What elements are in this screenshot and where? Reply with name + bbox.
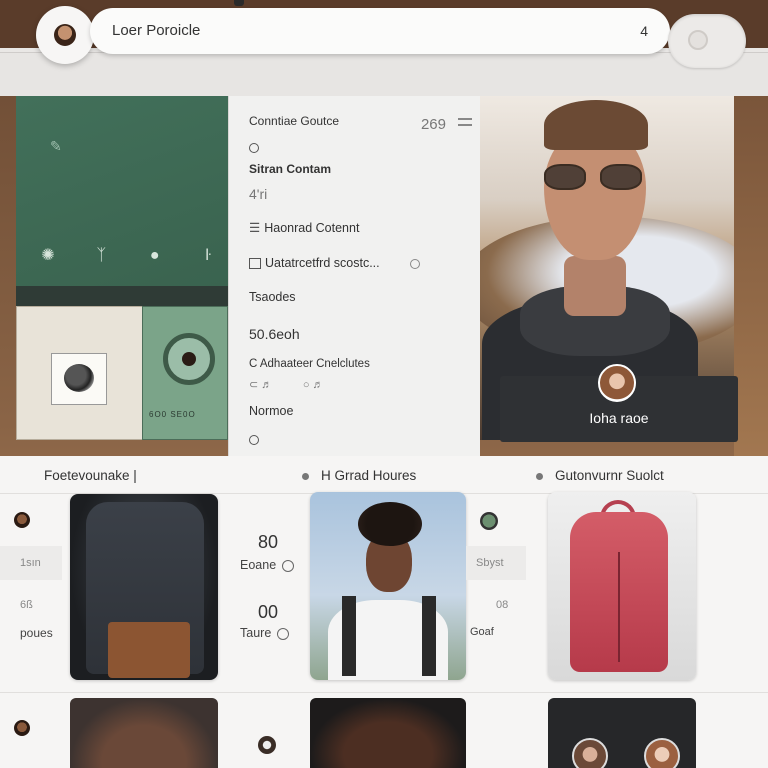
panel-heading: Conntiae Goutce: [249, 114, 340, 128]
tool-icon[interactable]: ᛉ: [91, 246, 111, 266]
circle-icon: [688, 30, 708, 50]
strap-left: [342, 596, 356, 676]
green-icon-row: ✺ ᛉ ● ŀ: [38, 246, 218, 266]
photo-image: [51, 353, 107, 405]
product-card-avatars[interactable]: [548, 698, 696, 768]
bulb-icon[interactable]: ●: [145, 246, 165, 266]
scribble-icon: ✎: [50, 138, 62, 154]
neck: [564, 256, 626, 316]
top-bar: Loer Poroicle 4: [0, 0, 768, 96]
page-title: Loer Poroicle: [112, 22, 201, 39]
side-label-bottom-right: Goaf: [470, 626, 494, 638]
tab-row: Foetevounake | H Grrad Houres Gutonvurnr…: [0, 456, 768, 494]
product-card-portrait-2[interactable]: [310, 698, 466, 768]
section-value: 4'ri: [249, 186, 268, 202]
backpack-zip: [618, 552, 620, 662]
stat-2-label: Taure: [240, 626, 272, 640]
checkbox-icon[interactable]: [249, 258, 261, 269]
stat-2-value: 00: [258, 602, 279, 622]
content-item-1[interactable]: ☰ Haonrad Cotennt: [249, 220, 359, 235]
dot-icon: [536, 472, 543, 480]
title-count: 4: [640, 23, 648, 39]
mini-controls[interactable]: ⊂ ♬ ○ ♬: [249, 378, 324, 391]
device-label: 6O0 SE0O: [149, 410, 196, 419]
stat-1-label: Eoane: [240, 558, 277, 572]
avatar[interactable]: [480, 512, 498, 530]
strap-right: [422, 596, 436, 676]
content-item-2-label: Uatatrcetfrd scostc...: [265, 256, 380, 270]
stat-1: Eoane: [240, 558, 295, 572]
section-title: Sitran Contam: [249, 162, 332, 176]
tab-1[interactable]: Foetevounake |: [44, 468, 137, 483]
avatar[interactable]: [14, 512, 30, 528]
right-edge: [734, 96, 768, 456]
side-label-mid: 6ß: [20, 599, 33, 611]
stat-1-value: 80: [258, 532, 279, 552]
backpack-pocket: [108, 622, 190, 678]
tab-3-label: Gutonvurnr Suolct: [555, 468, 664, 483]
product-card-portrait-1[interactable]: [70, 698, 218, 768]
hair: [544, 100, 648, 150]
profile-avatar: [598, 364, 636, 402]
label-2: C Adhaateer Cnelclutes: [249, 358, 370, 370]
product-card-dark-backpack[interactable]: [70, 494, 218, 680]
divider-strip: [16, 286, 228, 306]
avatar: [644, 738, 680, 768]
product-grid: Foetevounake | H Grrad Houres Gutonvurnr…: [0, 456, 768, 768]
title-bar[interactable]: Loer Poroicle 4: [90, 8, 670, 54]
profile-avatar-button[interactable]: [36, 6, 94, 64]
menu-icon[interactable]: [458, 118, 472, 126]
content-item-1-label: Haonrad Cotennt: [264, 221, 360, 235]
content-panel: Conntiae Goutce 269 Sitran Contam 4'ri ☰…: [228, 96, 480, 456]
green-tool-panel: ✎ ✺ ᛉ ● ŀ: [16, 96, 228, 286]
device-thumbnail[interactable]: 6O0 SE0O: [142, 306, 228, 440]
content-item-2[interactable]: Uatatrcetfrd scostc...: [249, 256, 420, 270]
bottom-radio[interactable]: [249, 432, 259, 446]
avatar: [572, 738, 608, 768]
product-card-person[interactable]: [310, 492, 466, 680]
info-icon[interactable]: [409, 258, 420, 269]
avatar[interactable]: [258, 736, 276, 754]
toolbar-strip: [0, 52, 768, 96]
radio-option[interactable]: [249, 140, 259, 154]
stand-icon[interactable]: ŀ: [198, 246, 218, 266]
avatar[interactable]: [14, 720, 30, 736]
dial-icon: [163, 333, 215, 385]
toggle-button[interactable]: [668, 14, 746, 68]
gear-icon[interactable]: ✺: [38, 246, 58, 266]
user-avatar-icon: [54, 24, 76, 46]
side-label-bottom: poues: [20, 626, 53, 640]
profile-name-card[interactable]: Ioha raoe: [500, 364, 738, 442]
list-icon: ☰: [249, 221, 261, 235]
tab-3[interactable]: Gutonvurnr Suolct: [536, 468, 664, 483]
side-label-top: 1sın: [20, 557, 41, 569]
refresh-icon[interactable]: [277, 627, 290, 640]
hair: [358, 502, 422, 546]
profile-name: Ioha raoe: [589, 410, 649, 426]
label-3: Normoe: [249, 404, 294, 418]
photo-thumbnail[interactable]: [16, 306, 144, 440]
dot-icon: [302, 472, 309, 480]
sunglasses: [544, 164, 654, 192]
refresh-icon[interactable]: [282, 559, 295, 572]
row-divider: [0, 692, 768, 693]
radio-icon: [249, 434, 259, 445]
stat-2: Taure: [240, 626, 290, 640]
value-1: 50.6eoh: [249, 326, 300, 342]
product-card-red-backpack[interactable]: [548, 492, 696, 680]
side-label-mid-right: 08: [496, 599, 509, 611]
side-label-top-right: Sbyst: [476, 557, 504, 569]
window-notch: [234, 0, 244, 6]
radio-icon: [249, 142, 259, 153]
tab-2-label: H Grrad Houres: [321, 468, 417, 483]
label-1: Tsaodes: [249, 290, 296, 304]
tab-2[interactable]: H Grrad Houres: [302, 468, 416, 483]
panel-number: 269: [420, 116, 446, 133]
